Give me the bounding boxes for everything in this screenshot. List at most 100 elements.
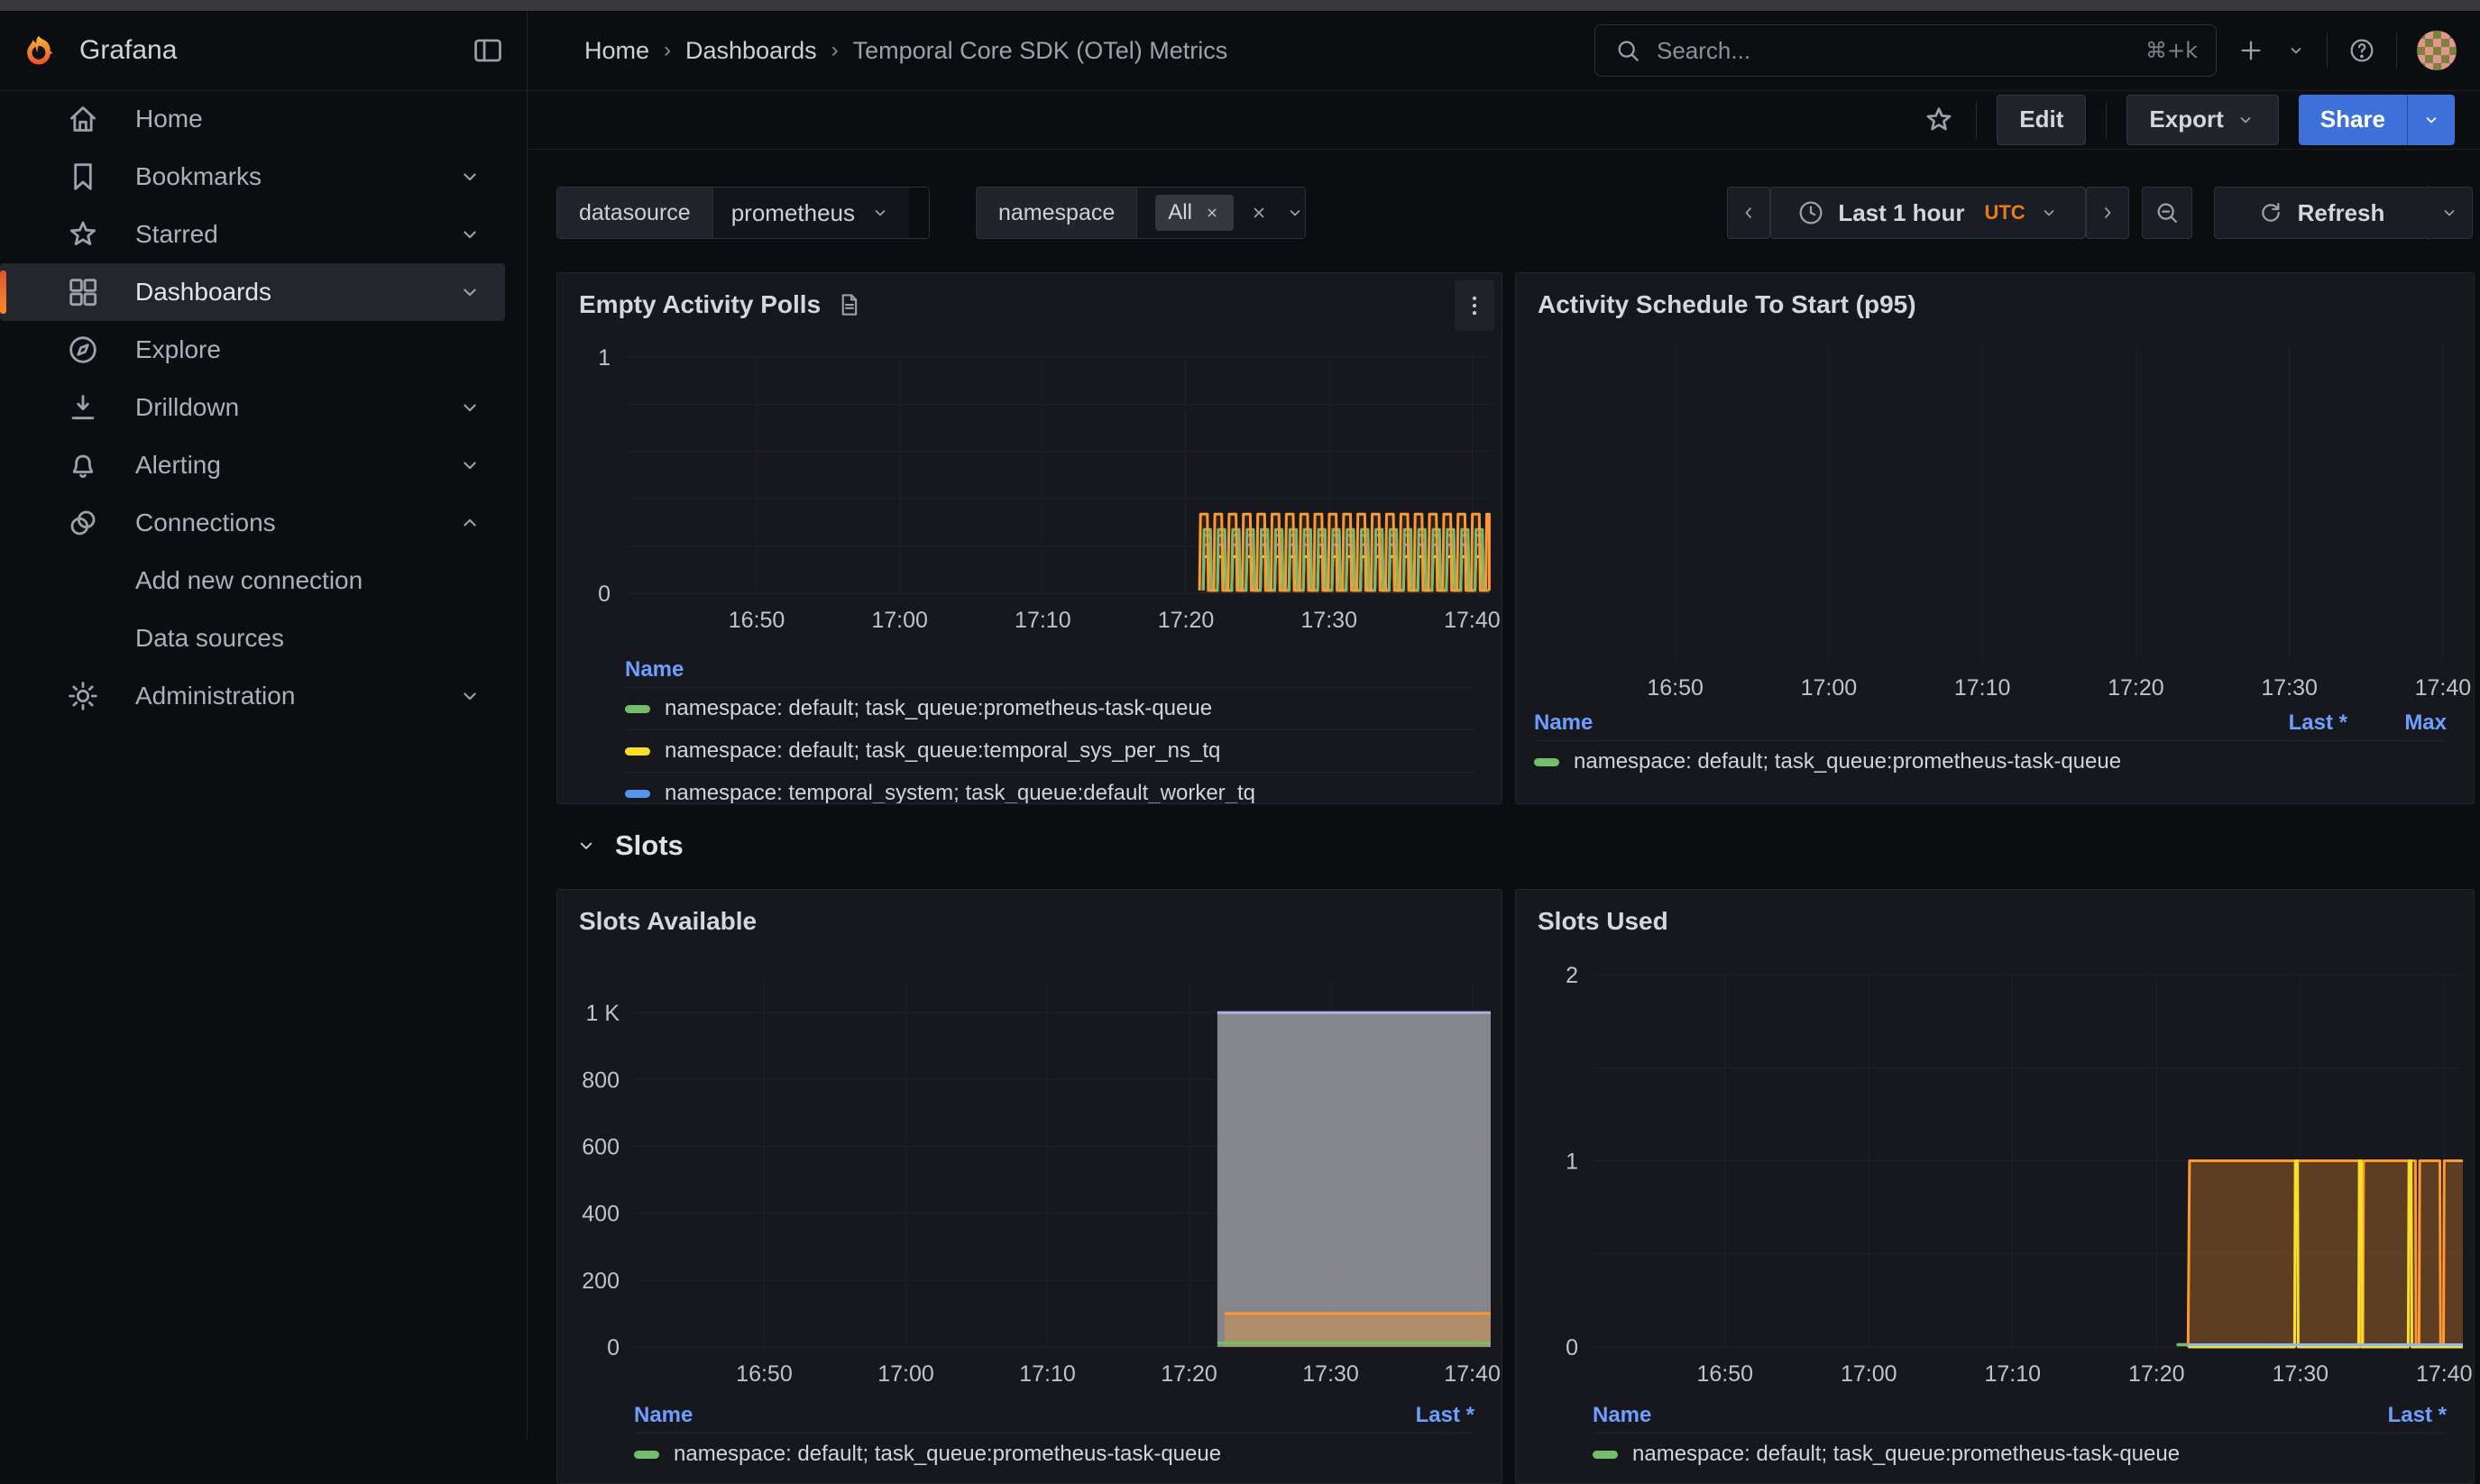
avatar[interactable] bbox=[2417, 31, 2457, 70]
help-icon[interactable] bbox=[2347, 36, 2376, 65]
section-title: Slots bbox=[615, 829, 684, 862]
edit-button[interactable]: Edit bbox=[1997, 95, 2086, 145]
svg-text:17:00: 17:00 bbox=[1801, 675, 1858, 701]
section-collapse-icon bbox=[574, 833, 599, 858]
breadcrumb: Home›Dashboards›Temporal Core SDK (OTel)… bbox=[584, 37, 1227, 65]
sidebar-item-explore[interactable]: Explore bbox=[0, 321, 505, 379]
svg-text:0: 0 bbox=[607, 1335, 620, 1360]
breadcrumb-item[interactable]: Dashboards bbox=[685, 37, 817, 65]
legend-sort-value[interactable]: Last * bbox=[1375, 1403, 1474, 1428]
series-color-swatch bbox=[625, 790, 650, 798]
sidebar-item-alerting[interactable]: Alerting bbox=[0, 436, 505, 494]
legend-sort-value[interactable]: Max bbox=[2347, 710, 2447, 736]
search-input[interactable] bbox=[1655, 36, 2133, 66]
sidebar-item-home[interactable]: Home bbox=[0, 90, 505, 148]
svg-text:16:50: 16:50 bbox=[736, 1361, 793, 1387]
legend-item[interactable]: namespace: default; task_queue:temporal_… bbox=[625, 729, 1474, 772]
namespace-chip[interactable]: All bbox=[1155, 195, 1234, 231]
legend-item[interactable]: namespace: default; task_queue:prometheu… bbox=[1534, 740, 2447, 783]
compass-icon bbox=[65, 332, 101, 368]
clear-all-icon[interactable] bbox=[1248, 202, 1270, 224]
timeseries-chart[interactable]: 16:5017:0017:1017:2017:3017:40012 bbox=[1516, 934, 2474, 1398]
sidebar-item-connections[interactable]: Connections bbox=[0, 494, 505, 552]
remove-value-icon[interactable] bbox=[1203, 204, 1221, 222]
sidebar-item-bookmarks[interactable]: Bookmarks bbox=[0, 148, 505, 206]
legend-item[interactable]: namespace: default; task_queue:prometheu… bbox=[634, 1433, 1474, 1475]
time-range-picker[interactable]: Last 1 hour UTC bbox=[1770, 187, 2086, 239]
search-box[interactable]: ⌘+k bbox=[1594, 24, 2217, 77]
svg-text:1 K: 1 K bbox=[585, 1001, 620, 1026]
sidebar-item-starred[interactable]: Starred bbox=[0, 206, 505, 263]
svg-text:16:50: 16:50 bbox=[1696, 1361, 1753, 1387]
sidebar-item-add-new-connection[interactable]: Add new connection bbox=[0, 552, 505, 609]
chevron-down-icon bbox=[2038, 202, 2060, 224]
divider bbox=[2327, 32, 2328, 69]
time-range-back-button[interactable] bbox=[1727, 187, 1770, 239]
timeseries-chart[interactable]: 16:5017:0017:1017:2017:3017:400200400600… bbox=[557, 934, 1502, 1398]
legend-sort-name[interactable]: Name bbox=[1593, 1403, 1651, 1428]
star-icon bbox=[65, 216, 101, 252]
panel-title[interactable]: Slots Available bbox=[579, 907, 757, 936]
timeseries-chart[interactable]: 16:5017:0017:1017:2017:3017:40 bbox=[1516, 316, 2474, 704]
chevron-down-icon bbox=[1284, 202, 1306, 224]
panel-title[interactable]: Empty Activity Polls bbox=[579, 290, 821, 319]
panel-activity-schedule-to-start: Activity Schedule To Start (p95) 16:5017… bbox=[1515, 272, 2475, 804]
bell-icon bbox=[65, 447, 101, 483]
sidebar-toggle-icon[interactable] bbox=[471, 33, 505, 68]
legend-sort-value[interactable]: Last * bbox=[2194, 710, 2347, 736]
timeseries-chart[interactable]: 16:5017:0017:1017:2017:3017:4001 bbox=[557, 316, 1502, 637]
legend-sort-name[interactable]: Name bbox=[634, 1403, 693, 1428]
svg-text:17:10: 17:10 bbox=[1019, 1361, 1076, 1387]
legend-sort-name[interactable]: Name bbox=[1534, 710, 1593, 736]
grafana-logo[interactable] bbox=[22, 33, 56, 68]
chart-legend: Name Last * namespace: default; task_queue… bbox=[557, 1398, 1502, 1484]
share-menu-button[interactable] bbox=[2407, 95, 2455, 145]
sidebar-item-dashboards[interactable]: Dashboards bbox=[0, 263, 505, 321]
legend-sort-name[interactable]: Name bbox=[625, 657, 684, 682]
link-icon bbox=[65, 505, 101, 541]
kebab-menu-icon bbox=[1461, 292, 1488, 319]
gear-icon bbox=[65, 678, 101, 714]
namespace-select[interactable]: All bbox=[1136, 188, 1306, 238]
favorite-star-icon[interactable] bbox=[1922, 103, 1956, 137]
sidebar-item-data-sources[interactable]: Data sources bbox=[0, 609, 505, 667]
legend-item[interactable]: namespace: default; task_queue:prometheu… bbox=[1593, 1433, 2447, 1475]
svg-text:600: 600 bbox=[582, 1134, 620, 1159]
dashboard-toolbar: Edit Export Share bbox=[527, 90, 2480, 150]
chevron-down-icon bbox=[869, 202, 891, 224]
svg-text:0: 0 bbox=[1566, 1335, 1578, 1360]
breadcrumb-item[interactable]: Home bbox=[584, 37, 649, 65]
legend-item[interactable]: namespace: temporal_system; task_queue:d… bbox=[625, 772, 1474, 804]
refresh-interval-button[interactable] bbox=[2426, 187, 2473, 239]
refresh-icon bbox=[2256, 198, 2285, 227]
chevron-down-icon bbox=[456, 163, 483, 190]
legend-item[interactable]: namespace: default; task_queue:prometheu… bbox=[625, 687, 1474, 729]
legend-sort-value[interactable]: Last * bbox=[2347, 1403, 2447, 1428]
svg-text:17:30: 17:30 bbox=[1302, 1361, 1359, 1387]
time-range-forward-button[interactable] bbox=[2086, 187, 2129, 239]
add-new-chevron-icon[interactable] bbox=[2285, 40, 2307, 61]
panel-empty-activity-polls: Empty Activity Polls 16:5017:0017:1017:2… bbox=[556, 272, 1502, 804]
export-button[interactable]: Export bbox=[2126, 95, 2278, 145]
zoom-out-button[interactable] bbox=[2142, 187, 2192, 239]
refresh-button[interactable]: Refresh bbox=[2214, 187, 2427, 239]
datasource-select[interactable]: prometheus bbox=[712, 188, 909, 238]
section-slots[interactable]: Slots bbox=[527, 816, 2480, 875]
panel-description-icon[interactable] bbox=[835, 291, 862, 318]
share-button[interactable]: Share bbox=[2299, 95, 2407, 145]
share-chevron-icon bbox=[2420, 109, 2442, 131]
zoom-out-icon bbox=[2153, 198, 2181, 227]
svg-text:17:00: 17:00 bbox=[877, 1361, 934, 1387]
legend-header: Name Last * bbox=[634, 1398, 1474, 1433]
timezone-label: UTC bbox=[1984, 201, 2025, 224]
panel-title[interactable]: Slots Used bbox=[1538, 907, 1668, 936]
sidebar-item-drilldown[interactable]: Drilldown bbox=[0, 379, 505, 436]
svg-text:17:40: 17:40 bbox=[2416, 1361, 2473, 1387]
drilldown-icon bbox=[65, 389, 101, 426]
svg-text:17:20: 17:20 bbox=[2108, 675, 2164, 701]
time-range-label: Last 1 hour bbox=[1838, 199, 1964, 227]
sidebar-item-administration[interactable]: Administration bbox=[0, 667, 505, 725]
add-new-icon[interactable] bbox=[2237, 36, 2265, 65]
brand-name: Grafana bbox=[79, 35, 177, 66]
panel-title[interactable]: Activity Schedule To Start (p95) bbox=[1538, 290, 1916, 319]
